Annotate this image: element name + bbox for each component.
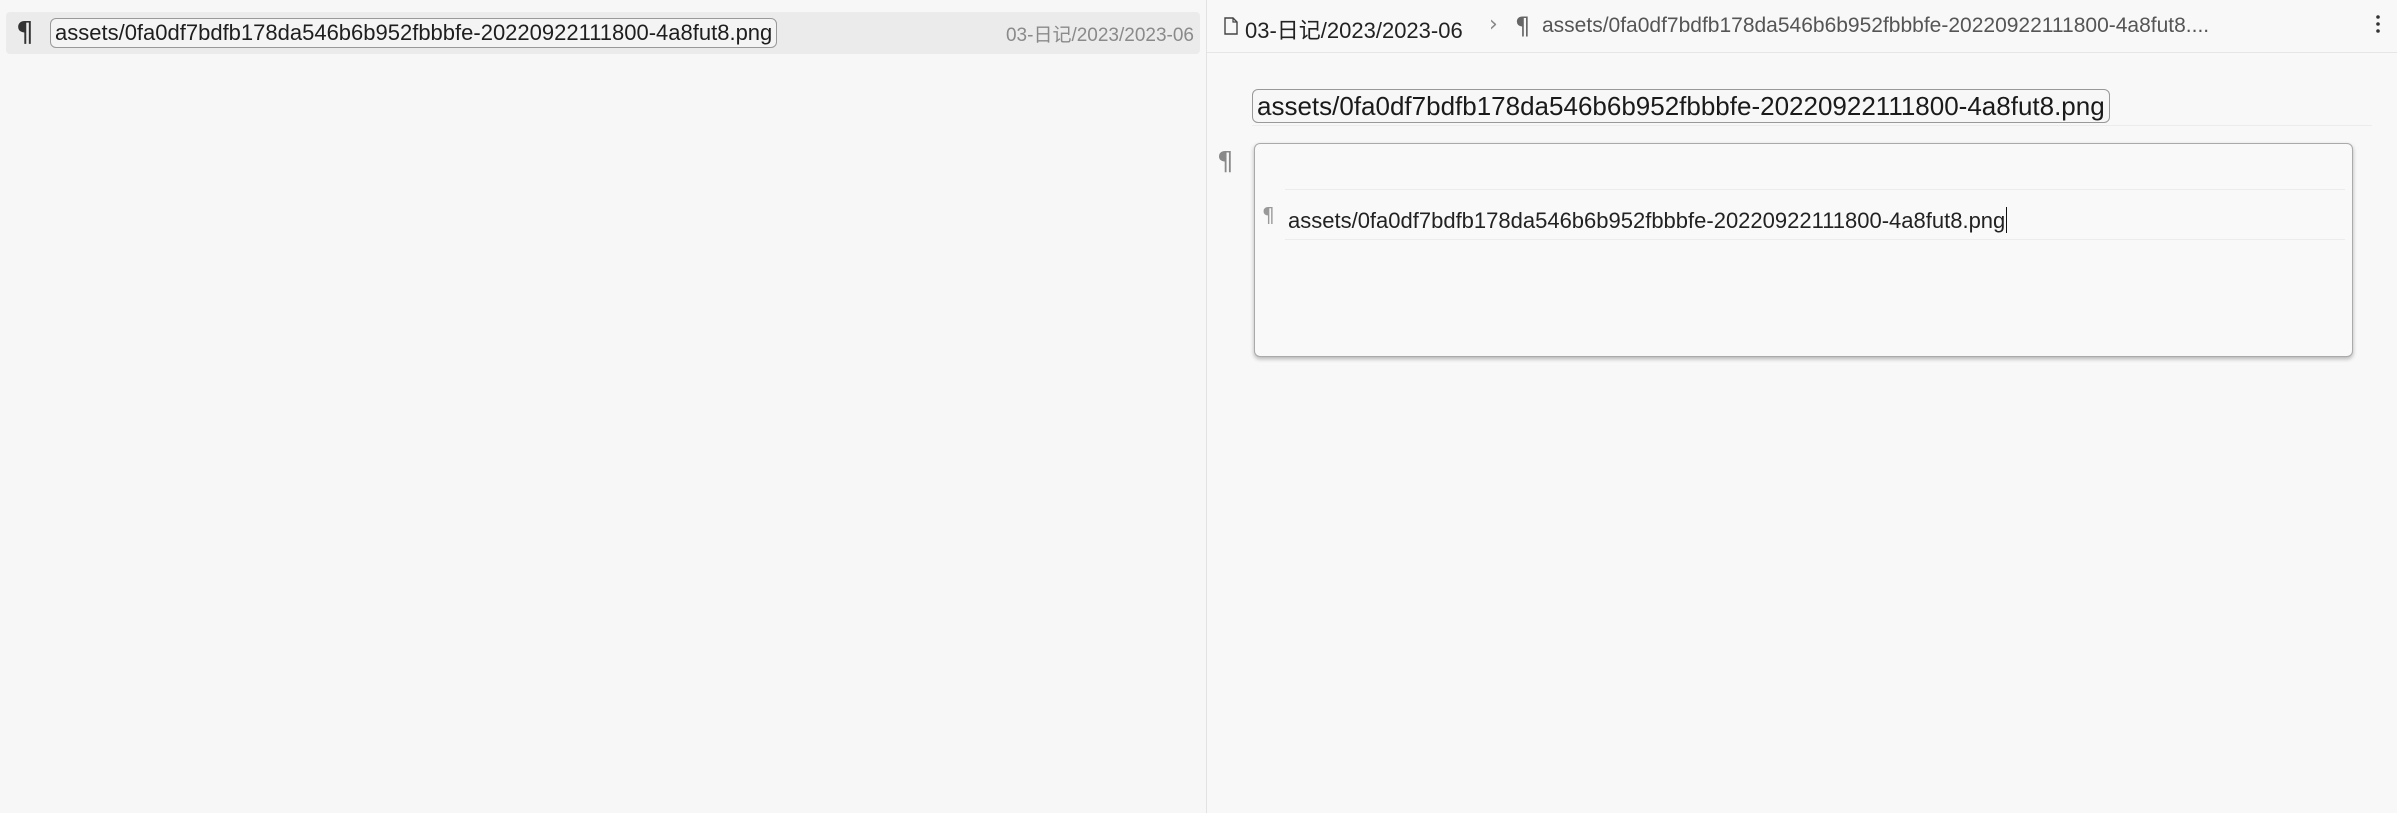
embed-text[interactable]: assets/0fa0df7bdfb178da546b6b952fbbbfe-2… [1288, 207, 2008, 234]
pilcrow-icon: ¶ [16, 15, 34, 48]
breadcrumb: 03-日记/2023/2023-06 › ¶ assets/0fa0df7bdf… [1207, 0, 2397, 53]
pilcrow-icon[interactable]: ¶ [1262, 203, 1275, 227]
search-result-item[interactable]: ¶ assets/0fa0df7bdfb178da546b6b952fbbbfe… [6, 12, 1200, 54]
chevron-right-icon: › [1489, 12, 1498, 37]
pilcrow-icon: ¶ [1515, 12, 1531, 40]
vertical-ellipsis-icon[interactable] [2375, 13, 2381, 35]
embed-divider [1285, 189, 2345, 190]
search-result-path: 03-日记/2023/2023-06 [1005, 25, 1194, 46]
breadcrumb-block[interactable]: assets/0fa0df7bdfb178da546b6b952fbbbfe-2… [1542, 14, 2282, 38]
document-icon [1224, 17, 1238, 35]
search-result-title[interactable]: assets/0fa0df7bdfb178da546b6b952fbbbfe-2… [50, 18, 778, 48]
pilcrow-icon[interactable]: ¶ [1217, 147, 1234, 177]
embed-block[interactable]: ¶ assets/0fa0df7bdfb178da546b6b952fbbbfe… [1254, 143, 2353, 357]
editor-pane: 03-日记/2023/2023-06 › ¶ assets/0fa0df7bdf… [1207, 0, 2397, 813]
document-title[interactable]: assets/0fa0df7bdfb178da546b6b952fbbbfe-2… [1252, 89, 2110, 123]
search-results-pane: ¶ assets/0fa0df7bdfb178da546b6b952fbbbfe… [0, 0, 1206, 813]
title-divider [1252, 125, 2372, 126]
text-caret [2006, 207, 2008, 233]
embed-text-content: assets/0fa0df7bdfb178da546b6b952fbbbfe-2… [1288, 208, 2006, 233]
breadcrumb-folder[interactable]: 03-日记/2023/2023-06 [1245, 13, 1463, 45]
embed-divider [1285, 239, 2345, 240]
